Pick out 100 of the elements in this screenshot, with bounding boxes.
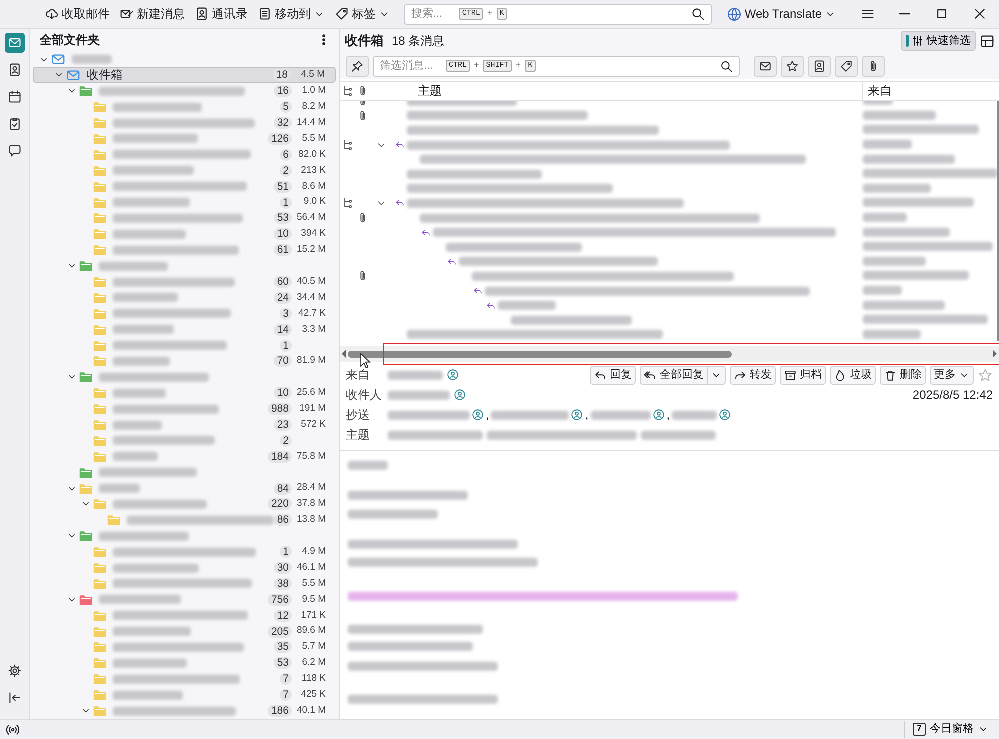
toolbar-button[interactable]: 移动到 (253, 3, 330, 25)
column-header[interactable]: 主题 (418, 84, 442, 98)
folder-row[interactable]: 184 75.8 M (33, 448, 336, 465)
filter-toggle[interactable] (808, 56, 831, 76)
tag-icon (840, 60, 853, 72)
folder-row[interactable]: 205 89.6 M (33, 624, 336, 640)
folder-row[interactable]: 23 572 K (33, 417, 336, 433)
toolbar-button[interactable]: 新建消息 (115, 3, 190, 25)
document-icon (258, 7, 272, 21)
folder-row[interactable]: 7 425 K (33, 687, 336, 704)
folder-row[interactable]: 3 42.7 K (33, 306, 336, 322)
globe-icon (726, 6, 742, 22)
folder-row[interactable]: 70 81.9 M (33, 354, 336, 370)
unread-count: 14 (274, 324, 292, 336)
star-icon[interactable] (978, 368, 993, 382)
filter-toggle[interactable] (781, 56, 804, 76)
address-book-icon (813, 60, 826, 72)
folder-title: 收件箱 (345, 32, 384, 50)
action-button[interactable]: 回复 (590, 366, 636, 384)
folder-size: 5.7 M (301, 640, 326, 654)
header-label: 收件人 (346, 387, 383, 404)
folder-row[interactable]: 51 8.6 M (33, 178, 336, 195)
unread-count: 988 (268, 403, 292, 416)
folder-row[interactable]: 24 34.4 M (33, 290, 336, 306)
folder-row[interactable]: 2 213 K (33, 162, 336, 179)
filter-toggle[interactable] (754, 56, 777, 76)
folder-row[interactable]: 12 171 K (33, 608, 336, 624)
folder-row[interactable]: 86 13.8 M (33, 512, 336, 528)
unread-count: 2 (280, 434, 292, 447)
column-header[interactable]: 来自 (868, 84, 892, 98)
action-button[interactable]: 删除 (880, 366, 926, 384)
unread-count: 30 (274, 562, 292, 574)
separator: , (585, 407, 589, 424)
collapse-icon (8, 691, 22, 705)
filter-toggle[interactable] (835, 56, 858, 76)
folder-row[interactable]: 220 37.8 M (33, 496, 336, 512)
folder-row[interactable]: 5 8.2 M (33, 99, 336, 116)
action-button[interactable]: 垃圾 (830, 366, 876, 384)
folder-row[interactable]: 1 (33, 338, 336, 354)
unread-count: 23 (274, 419, 292, 432)
envelope-space-button[interactable] (4, 33, 24, 53)
blurred-text (388, 390, 450, 400)
folder-row[interactable]: 1 9.0 K (33, 194, 336, 210)
blurred-text (113, 388, 166, 398)
folder-row[interactable]: 84 28.4 M (33, 480, 336, 497)
folder-row[interactable]: 收件箱 18 4.5 M (33, 67, 336, 84)
folder-size: 25.6 M (296, 386, 326, 400)
folder-row[interactable]: 53 56.4 M (33, 210, 336, 226)
online-icon[interactable] (6, 722, 20, 736)
folder-row[interactable]: 38 5.5 M (33, 576, 336, 592)
toolbar-button[interactable]: 标签 (330, 3, 395, 25)
folder-row[interactable]: 1 4.9 M (33, 544, 336, 560)
folder-row[interactable]: 6 82.0 K (33, 146, 336, 163)
blurred-text (498, 301, 556, 310)
folder-row[interactable]: 10 394 K (33, 226, 336, 242)
quick-filter-button[interactable]: 快速筛选 (901, 30, 976, 52)
layout-icon[interactable] (980, 34, 995, 48)
folder-row[interactable]: 7 118 K (33, 671, 336, 688)
folder-row[interactable]: 16 1.0 M (33, 83, 336, 100)
pin-button[interactable] (346, 56, 369, 76)
thread-icon[interactable] (342, 85, 354, 97)
action-button[interactable]: 转发 (730, 366, 776, 384)
unread-count: 70 (274, 355, 292, 368)
folder-size: 28.4 M (296, 481, 326, 496)
folder-row[interactable]: 30 46.1 M (33, 560, 336, 576)
folder-row[interactable]: 2 (33, 432, 336, 449)
folder-row[interactable]: 988 191 M (33, 401, 336, 418)
folder-row[interactable]: 53 6.2 M (33, 655, 336, 672)
folder-size: 572 K (300, 418, 326, 432)
address-book-icon (195, 7, 209, 21)
folder-row[interactable]: 756 9.5 M (33, 592, 336, 608)
folder-row[interactable]: 60 40.5 M (33, 274, 336, 290)
today-pane-button[interactable]: 7 今日窗格 (904, 721, 993, 738)
folder-row[interactable]: 32 14.4 M (33, 115, 336, 132)
folder-row[interactable]: 14 3.3 M (33, 322, 336, 338)
folder-row[interactable]: 35 5.7 M (33, 640, 336, 656)
unread-count: 186 (268, 705, 292, 718)
translate-button[interactable]: Web Translate (722, 3, 841, 25)
action-button[interactable]: 归档 (780, 366, 826, 384)
folder-row[interactable]: 186 40.1 M (33, 703, 336, 719)
folder-row[interactable]: 126 5.5 M (33, 131, 336, 147)
minimize-icon (899, 13, 911, 15)
toolbar-button[interactable]: 收取邮件 (40, 3, 115, 25)
filter-toggle[interactable] (862, 56, 885, 76)
toolbar-button[interactable]: 通讯录 (190, 3, 253, 25)
separator: , (486, 407, 490, 424)
folder-size: 40.1 M (296, 704, 326, 718)
folder-size: 46.1 M (296, 560, 326, 575)
blurred-text (863, 140, 912, 150)
unread-count: 205 (268, 626, 292, 638)
action-button[interactable]: 更多 (930, 366, 974, 384)
folder-size: 81.9 M (296, 354, 326, 368)
scroll-right-arrow[interactable] (993, 350, 997, 358)
unread-count: 1 (280, 546, 292, 558)
scrollbar-thumb[interactable] (348, 350, 732, 358)
horizontal-scrollbar[interactable] (340, 346, 999, 362)
folder-row[interactable]: 10 25.6 M (33, 385, 336, 402)
unread-count: 86 (274, 514, 292, 526)
folder-size: 171 K (300, 608, 326, 623)
folder-row[interactable]: 61 15.2 M (33, 242, 336, 258)
